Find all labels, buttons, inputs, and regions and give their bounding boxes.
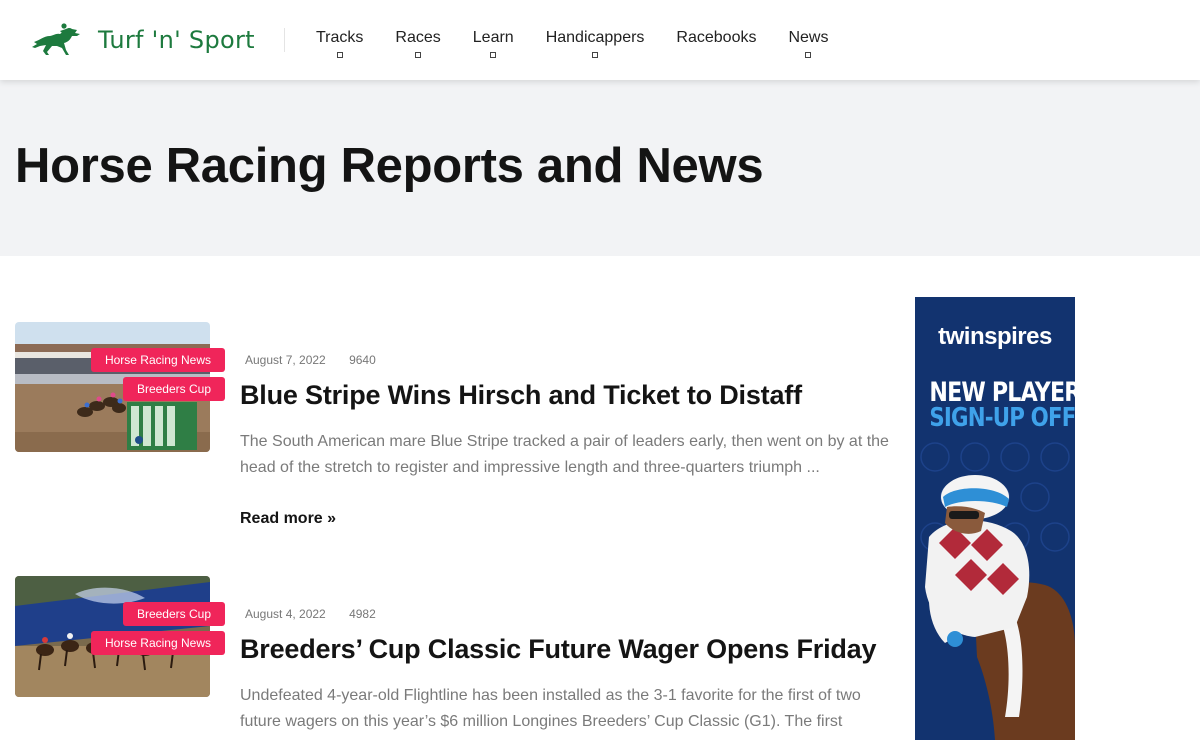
- post-date: August 4, 2022: [245, 607, 326, 621]
- post-card: Horse Racing News Breeders Cup August 7,…: [15, 322, 895, 542]
- site-logo[interactable]: Turf 'n' Sport: [30, 22, 255, 58]
- post-views: 4982: [349, 607, 376, 621]
- read-more-link[interactable]: Read more »: [240, 510, 336, 528]
- dropdown-caret-icon: [490, 52, 497, 58]
- nav-item-news[interactable]: News: [772, 0, 844, 80]
- nav-label: Handicappers: [545, 29, 645, 46]
- post-tags: Breeders Cup Horse Racing News: [15, 576, 225, 706]
- nav-label: Learn: [472, 29, 514, 46]
- post-meta: August 4, 2022 4982: [245, 607, 376, 621]
- ad-brand-logo: twinspires: [938, 323, 1052, 350]
- dropdown-caret-icon: [805, 52, 812, 58]
- post-tags: Horse Racing News Breeders Cup: [15, 322, 225, 452]
- post-excerpt: Undefeated 4-year-old Flightline has bee…: [240, 687, 861, 730]
- post-card: Breeders Cup Horse Racing News August 4,…: [15, 576, 895, 740]
- nav-item-handicappers[interactable]: Handicappers: [530, 0, 661, 80]
- twinspires-ad-banner[interactable]: twinspires NEW PLAYER SIGN-UP OFFER: [915, 297, 1075, 740]
- category-tag[interactable]: Horse Racing News: [90, 348, 225, 372]
- category-tag[interactable]: Horse Racing News: [90, 631, 225, 655]
- nav-label: Racebooks: [676, 29, 757, 46]
- category-tag[interactable]: Breeders Cup: [122, 377, 225, 401]
- nav-item-races[interactable]: Races: [379, 0, 456, 80]
- jockey-illustration: [925, 475, 1075, 740]
- post-date: August 7, 2022: [245, 353, 326, 367]
- horse-and-jockey-icon: [32, 23, 80, 55]
- post-title[interactable]: Breeders’ Cup Classic Future Wager Opens…: [240, 634, 876, 665]
- page-hero: Horse Racing Reports and News: [0, 80, 1200, 256]
- dropdown-caret-icon: [592, 52, 599, 58]
- category-tag[interactable]: Breeders Cup: [122, 602, 225, 626]
- dropdown-caret-icon: [415, 52, 422, 58]
- nav-label: News: [788, 29, 829, 46]
- main-nav: Tracks Races Learn Handicappers Racebook…: [300, 0, 844, 80]
- nav-item-tracks[interactable]: Tracks: [300, 0, 379, 80]
- header-divider: [284, 28, 285, 52]
- dropdown-caret-icon: [336, 52, 343, 58]
- post-excerpt: The South American mare Blue Stripe trac…: [240, 433, 889, 476]
- nav-label: Tracks: [316, 29, 364, 46]
- site-header: Turf 'n' Sport Tracks Races Learn Handic…: [0, 0, 1200, 80]
- post-views: 9640: [349, 353, 376, 367]
- ad-subheadline: SIGN-UP OFFER: [929, 403, 1075, 433]
- post-meta: August 7, 2022 9640: [245, 353, 376, 367]
- page-title: Horse Racing Reports and News: [15, 139, 764, 193]
- post-title[interactable]: Blue Stripe Wins Hirsch and Ticket to Di…: [240, 380, 802, 411]
- nav-item-racebooks[interactable]: Racebooks: [660, 0, 772, 80]
- nav-item-learn[interactable]: Learn: [457, 0, 530, 80]
- logo-text: Turf 'n' Sport: [98, 26, 255, 54]
- nav-label: Races: [395, 29, 441, 46]
